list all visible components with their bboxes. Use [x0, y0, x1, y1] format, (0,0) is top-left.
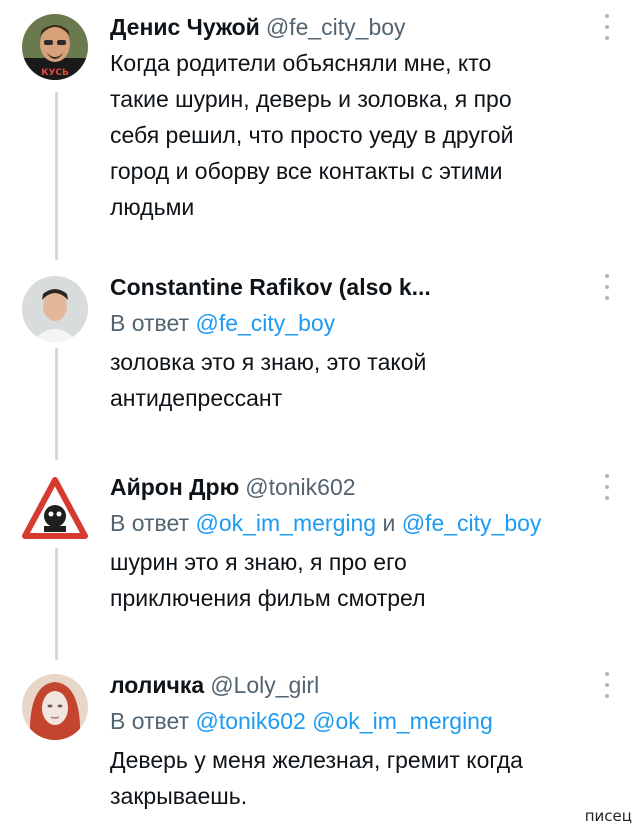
author-handle[interactable]: @Loly_girl	[210, 672, 319, 698]
author-handle[interactable]: @tonik602	[245, 474, 355, 500]
reply-context: В ответ @fe_city_boy	[110, 310, 336, 336]
avatar[interactable]	[22, 674, 88, 740]
avatar[interactable]	[22, 476, 88, 542]
mention-link[interactable]: @fe_city_boy	[402, 510, 542, 536]
author-name[interactable]: Денис Чужой	[110, 14, 260, 40]
more-options-icon[interactable]	[604, 474, 610, 500]
avatar[interactable]	[22, 276, 88, 342]
more-options-icon[interactable]	[604, 274, 610, 300]
svg-text:КУСЬ: КУСЬ	[41, 68, 69, 78]
thread-connector	[55, 348, 58, 460]
mention-link[interactable]: @ok_im_merging	[312, 708, 493, 734]
mention-link[interactable]: @fe_city_boy	[195, 310, 335, 336]
author-name[interactable]: Constantine Rafikov (also k...	[110, 274, 431, 300]
tweet-thread: КУСЬ Денис Чужой @fe_city_boy Когда родит…	[0, 0, 640, 829]
thread-connector	[55, 548, 58, 660]
avatar[interactable]: КУСЬ	[22, 14, 88, 80]
tweet-text: Деверь у меня железная, гремит когда зак…	[110, 747, 523, 809]
reply-context: В ответ @ok_im_merging и @fe_city_boy	[110, 510, 542, 536]
mention-link[interactable]: @tonik602	[195, 708, 305, 734]
author-handle[interactable]: @fe_city_boy	[266, 14, 406, 40]
author-name[interactable]: Айрон Дрю	[110, 474, 239, 500]
tweet-text: золовка это я знаю, это такой антидепрес…	[110, 349, 427, 411]
more-options-icon[interactable]	[604, 14, 610, 40]
more-options-icon[interactable]	[604, 672, 610, 698]
tweet-text: шурин это я знаю, я про его приключения …	[110, 549, 426, 611]
thread-connector	[55, 92, 58, 260]
tweet-text: Когда родители объясняли мне, кто такие …	[110, 50, 514, 220]
reply-context: В ответ @tonik602 @ok_im_merging	[110, 708, 493, 734]
watermark: писец	[584, 807, 632, 825]
mention-link[interactable]: @ok_im_merging	[195, 510, 376, 536]
author-name[interactable]: лоличка	[110, 672, 204, 698]
